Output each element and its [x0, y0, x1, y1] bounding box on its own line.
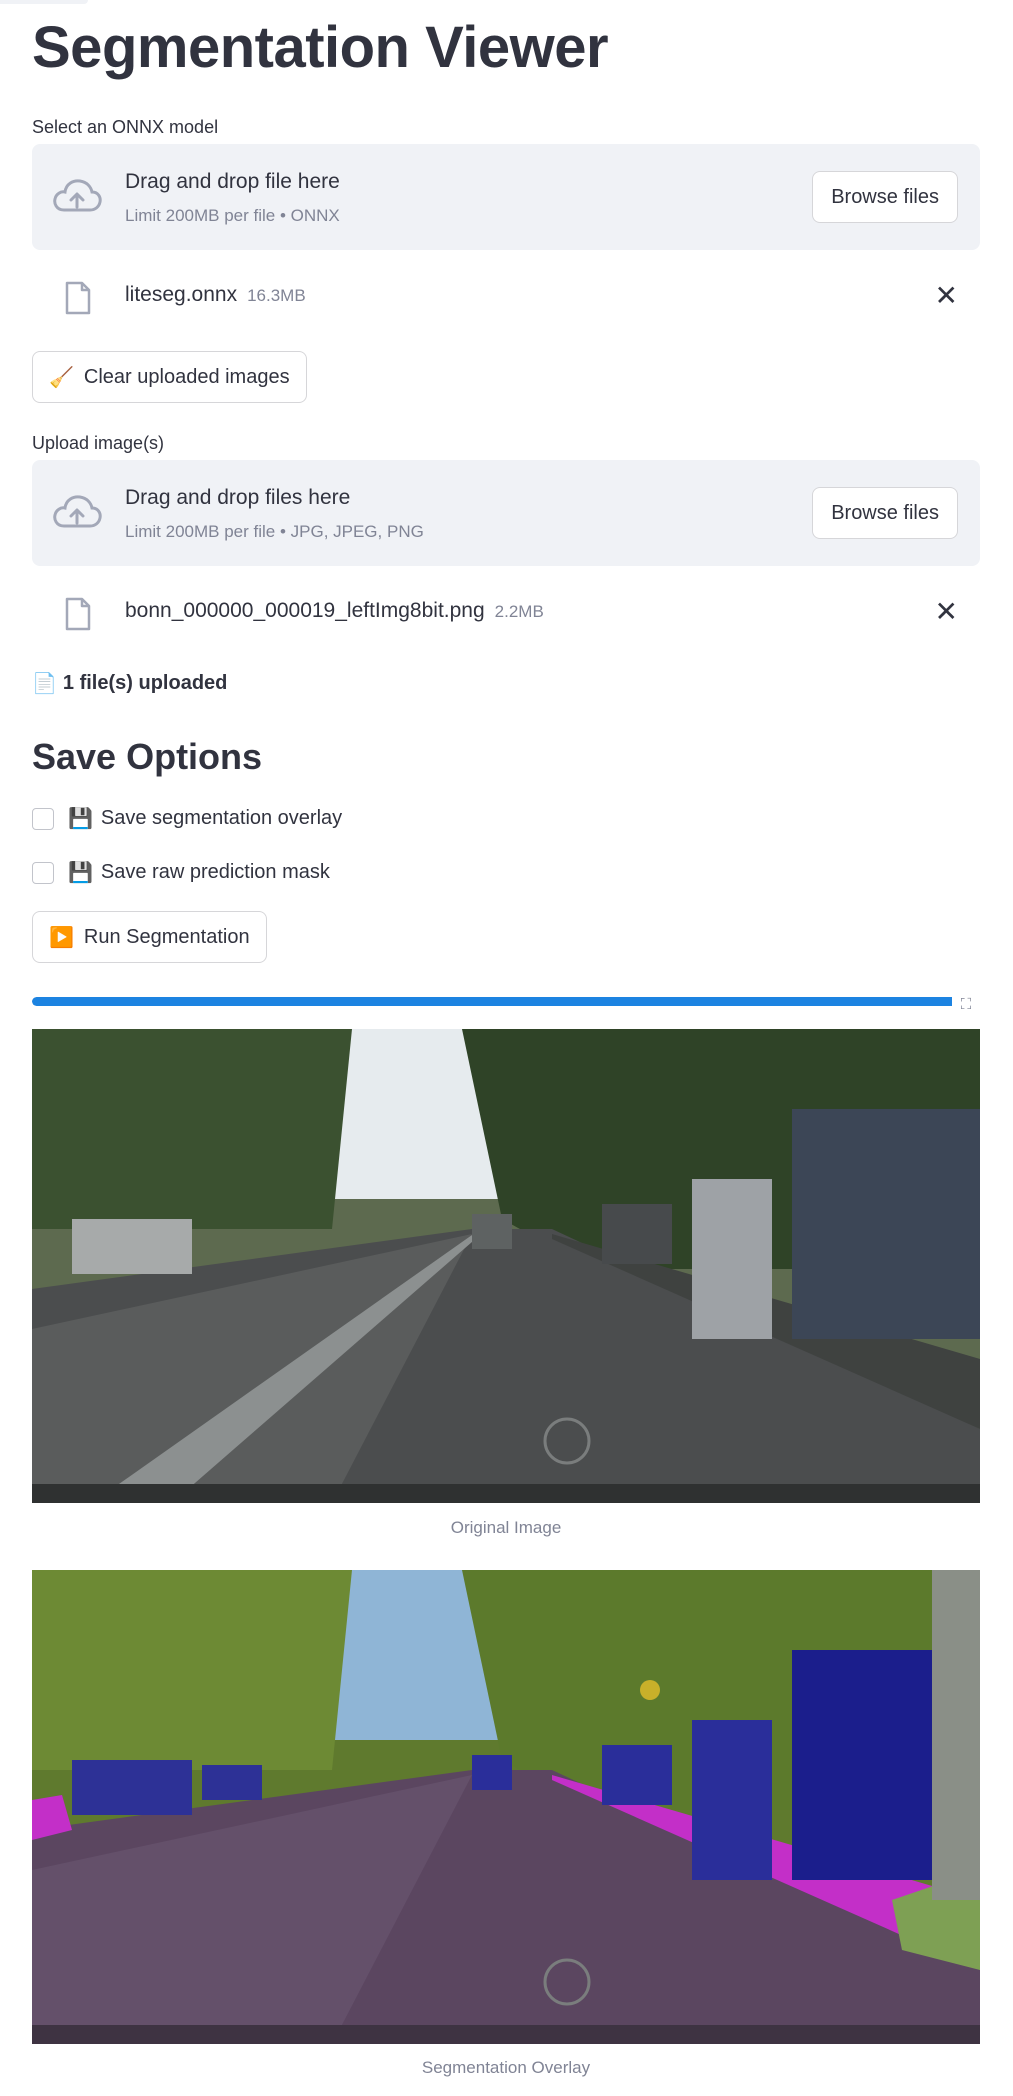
image-dropzone[interactable]: Drag and drop files here Limit 200MB per…	[32, 460, 980, 566]
image-browse-button[interactable]: Browse files	[812, 487, 958, 539]
upload-status-text: 1 file(s) uploaded	[62, 672, 228, 694]
image-drop-limit: Limit 200MB per file • JPG, JPEG, PNG	[125, 522, 424, 541]
save-overlay-label: Save segmentation overlay	[100, 807, 343, 829]
image-file-row: bonn_000000_000019_leftImg8bit.png 2.2MB …	[32, 585, 980, 641]
top-decoration	[0, 0, 88, 4]
file-icon	[64, 597, 92, 631]
clear-button-label: Clear uploaded images	[83, 365, 290, 388]
save-options-heading: Save Options	[32, 736, 263, 777]
run-button-label: Run Segmentation	[83, 925, 250, 948]
image-file-size: 2.2MB	[494, 602, 544, 621]
upload-status: 📄 1 file(s) uploaded	[32, 671, 227, 696]
remove-model-file-close-icon[interactable]: ✕	[935, 281, 958, 311]
model-file-size: 16.3MB	[247, 286, 306, 305]
segmentation-overlay-image	[32, 1570, 980, 2044]
clear-uploaded-images-button[interactable]: 🧹 Clear uploaded images	[32, 351, 307, 403]
model-uploader-label: Select an ONNX model	[32, 117, 219, 137]
progress-bar	[32, 997, 980, 1006]
original-image	[32, 1029, 980, 1503]
floppy-disk-icon: 💾	[68, 862, 93, 884]
image-uploader-label: Upload image(s)	[32, 433, 165, 453]
checkbox-box[interactable]	[32, 861, 54, 884]
model-file-row: liteseg.onnx 16.3MB ✕	[32, 269, 980, 325]
page-title: Segmentation Viewer	[32, 15, 609, 80]
overlay-image-caption: Segmentation Overlay	[421, 2058, 591, 2077]
file-icon	[64, 281, 92, 315]
model-file-name: liteseg.onnx	[125, 283, 238, 306]
save-mask-label: Save raw prediction mask	[100, 861, 330, 883]
run-segmentation-button[interactable]: ▶️ Run Segmentation	[32, 911, 267, 963]
model-drop-title: Drag and drop file here	[125, 170, 340, 193]
checkbox-box[interactable]	[32, 807, 54, 830]
page-icon: 📄	[32, 673, 57, 695]
model-dropzone[interactable]: Drag and drop file here Limit 200MB per …	[32, 144, 980, 250]
cloud-upload-icon	[52, 493, 102, 533]
broom-icon: 🧹	[49, 366, 74, 389]
model-drop-limit: Limit 200MB per file • ONNX	[125, 206, 340, 225]
floppy-disk-icon: 💾	[68, 808, 93, 830]
image-file-name: bonn_000000_000019_leftImg8bit.png	[125, 599, 485, 622]
image-drop-title: Drag and drop files here	[125, 486, 351, 509]
fullscreen-icon[interactable]: ⛶	[952, 990, 980, 1018]
original-image-caption: Original Image	[450, 1518, 562, 1537]
progress-bar-fill	[32, 997, 980, 1006]
remove-image-file-close-icon[interactable]: ✕	[935, 597, 958, 627]
save-overlay-checkbox[interactable]: 💾 Save segmentation overlay	[32, 806, 342, 831]
play-icon: ▶️	[49, 926, 74, 949]
cloud-upload-icon	[52, 177, 102, 217]
save-mask-checkbox[interactable]: 💾 Save raw prediction mask	[32, 860, 330, 885]
model-browse-button[interactable]: Browse files	[812, 171, 958, 223]
